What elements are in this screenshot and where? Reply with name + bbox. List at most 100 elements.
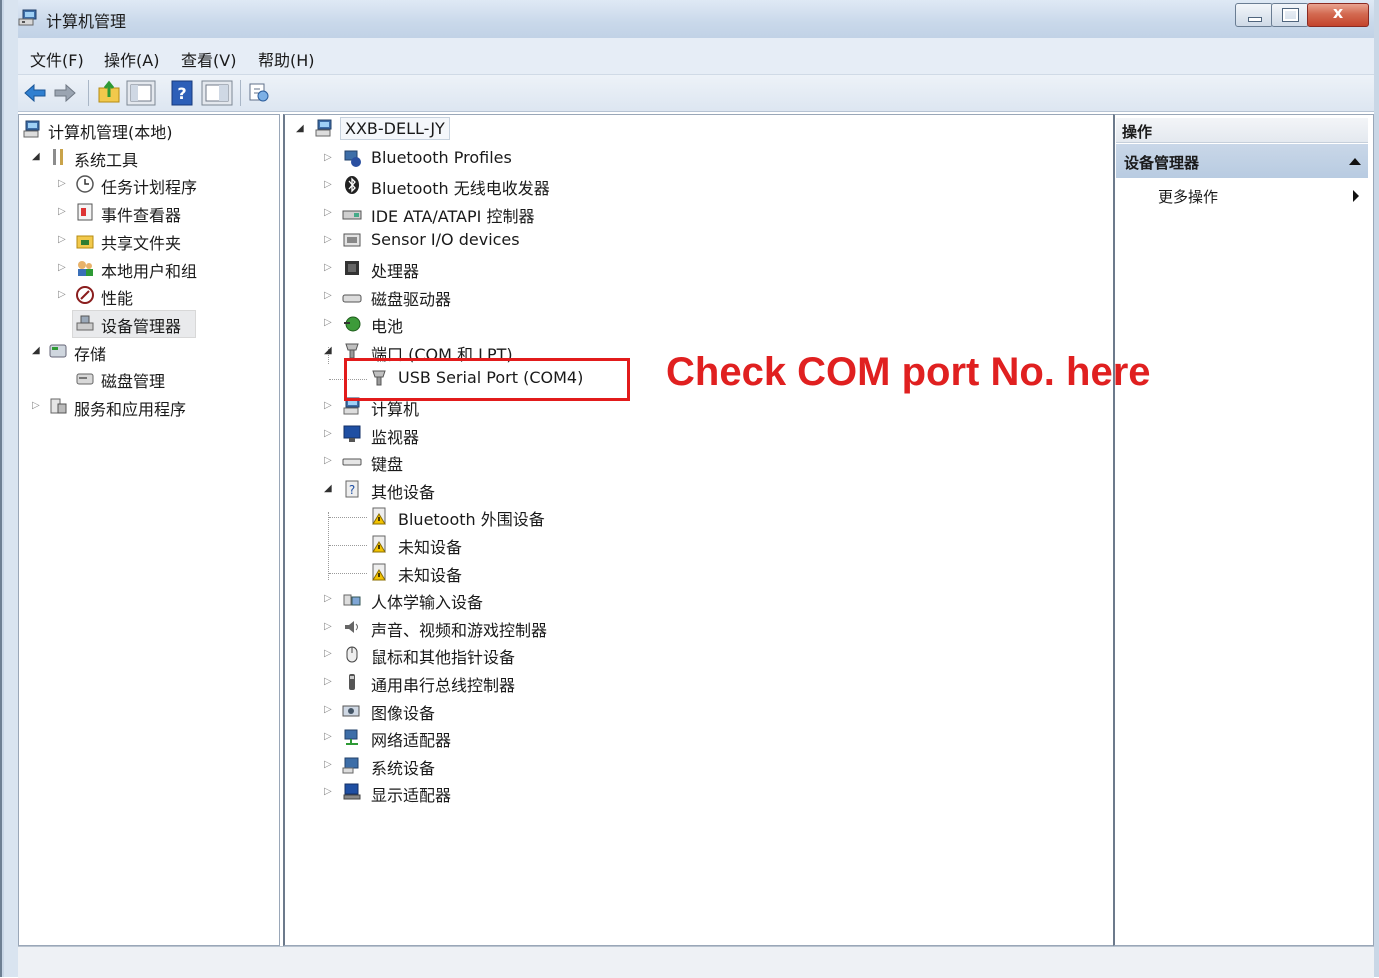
close-button[interactable]: x: [1307, 3, 1369, 27]
actions-header: [1116, 118, 1368, 143]
computer-management-icon: [22, 119, 42, 139]
svg-text:?: ?: [349, 483, 355, 497]
device-item-label[interactable]: 其他设备: [371, 479, 435, 503]
properties-icon[interactable]: [246, 80, 272, 106]
device-item-label[interactable]: 系统设备: [371, 755, 435, 779]
expand-open-icon[interactable]: ◢: [32, 151, 40, 162]
tree-item-label[interactable]: 共享文件夹: [101, 230, 181, 254]
back-arrow-icon[interactable]: [22, 80, 48, 106]
tree-item-label[interactable]: 性能: [101, 285, 133, 309]
computer-icon: [314, 118, 334, 138]
device-item-label[interactable]: 电池: [371, 313, 403, 337]
device-item-label[interactable]: 网络适配器: [371, 727, 451, 751]
tree-guide-line: [328, 512, 329, 580]
expand-open-icon[interactable]: ◢: [324, 345, 332, 356]
sound-icon: [342, 617, 362, 637]
display-adapter-icon: [342, 782, 362, 802]
device-item-label[interactable]: 键盘: [371, 451, 403, 475]
expand-closed-icon[interactable]: ▷: [58, 234, 66, 245]
expand-closed-icon[interactable]: ▷: [324, 759, 332, 770]
expand-closed-icon[interactable]: ▷: [324, 290, 332, 301]
tree-item-label[interactable]: 任务计划程序: [101, 174, 197, 198]
expand-closed-icon[interactable]: ▷: [324, 317, 332, 328]
maximize-button[interactable]: [1271, 3, 1309, 27]
device-item-label[interactable]: IDE ATA/ATAPI 控制器: [371, 203, 534, 227]
toolbar-separator: [240, 80, 241, 106]
expand-closed-icon[interactable]: ▷: [324, 648, 332, 659]
bluetooth-profiles-icon: [342, 148, 362, 168]
expand-open-icon[interactable]: ◢: [296, 123, 304, 134]
expand-closed-icon[interactable]: ▷: [324, 731, 332, 742]
expand-closed-icon[interactable]: ▷: [58, 178, 66, 189]
expand-closed-icon[interactable]: ▷: [324, 179, 332, 190]
expand-closed-icon[interactable]: ▷: [32, 400, 40, 411]
show-hide-action-icon[interactable]: [201, 80, 233, 106]
device-item-label[interactable]: 未知设备: [398, 562, 462, 586]
tree-item-label[interactable]: 事件查看器: [101, 202, 181, 226]
tree-guide-line: [329, 517, 367, 519]
tree-item-label[interactable]: 设备管理器: [101, 313, 181, 337]
unknown-device-icon: ?: [342, 479, 362, 499]
device-item-label[interactable]: Bluetooth 外围设备: [398, 506, 545, 530]
menu-view[interactable]: 查看(V): [181, 47, 236, 71]
expand-closed-icon[interactable]: ▷: [324, 786, 332, 797]
forward-arrow-icon[interactable]: [52, 80, 78, 106]
window-frame-left: [0, 0, 18, 977]
up-folder-icon[interactable]: [96, 80, 122, 106]
expand-closed-icon[interactable]: ▷: [324, 621, 332, 632]
network-adapter-icon: [342, 727, 362, 747]
device-item-label[interactable]: 磁盘驱动器: [371, 286, 451, 310]
expand-closed-icon[interactable]: ▷: [58, 262, 66, 273]
more-actions-item[interactable]: 更多操作: [1158, 186, 1218, 207]
device-item-label[interactable]: 显示适配器: [371, 782, 451, 806]
expand-closed-icon[interactable]: ▷: [58, 206, 66, 217]
tree-item-label[interactable]: 服务和应用程序: [74, 396, 186, 420]
device-item-label[interactable]: 处理器: [371, 258, 419, 282]
expand-closed-icon[interactable]: ▷: [58, 289, 66, 300]
tree-item-label[interactable]: 磁盘管理: [101, 368, 165, 392]
expand-closed-icon[interactable]: ▷: [324, 152, 332, 163]
tree-item-label[interactable]: 计算机管理(本地): [48, 119, 173, 143]
device-root-label[interactable]: XXB-DELL-JY: [340, 117, 450, 140]
device-item-label[interactable]: 监视器: [371, 424, 419, 448]
minimize-button[interactable]: [1235, 3, 1273, 27]
device-item-label[interactable]: 人体学输入设备: [371, 589, 483, 613]
toolbar-separator: [88, 80, 89, 106]
expand-closed-icon[interactable]: ▷: [324, 428, 332, 439]
annotation-text: Check COM port No. here: [666, 350, 1151, 394]
device-item-label[interactable]: 未知设备: [398, 534, 462, 558]
device-item-label[interactable]: 声音、视频和游戏控制器: [371, 617, 547, 641]
menu-file[interactable]: 文件(F): [30, 47, 84, 71]
processor-icon: [342, 258, 362, 278]
device-item-label[interactable]: Bluetooth Profiles: [371, 148, 512, 167]
collapse-up-icon[interactable]: [1348, 156, 1362, 166]
performance-icon: [75, 285, 95, 305]
device-manager-icon: [75, 313, 95, 333]
expand-closed-icon[interactable]: ▷: [324, 400, 332, 411]
device-item-label[interactable]: 通用串行总线控制器: [371, 672, 515, 696]
tree-item-label[interactable]: 本地用户和组: [101, 258, 197, 282]
system-device-icon: [342, 755, 362, 775]
device-item-label[interactable]: Sensor I/O devices: [371, 230, 520, 249]
expand-closed-icon[interactable]: ▷: [324, 704, 332, 715]
tree-item-label[interactable]: 存储: [74, 341, 106, 365]
device-item-label[interactable]: 图像设备: [371, 700, 435, 724]
menu-action[interactable]: 操作(A): [104, 47, 159, 71]
device-item-label[interactable]: 鼠标和其他指针设备: [371, 644, 515, 668]
expand-closed-icon[interactable]: ▷: [324, 455, 332, 466]
expand-open-icon[interactable]: ◢: [32, 345, 40, 356]
close-icon: x: [1332, 3, 1344, 22]
expand-open-icon[interactable]: ◢: [324, 483, 332, 494]
expand-closed-icon[interactable]: ▷: [324, 676, 332, 687]
help-icon[interactable]: ?: [170, 80, 194, 106]
expand-closed-icon[interactable]: ▷: [324, 262, 332, 273]
actions-title: 操作: [1122, 123, 1153, 141]
device-item-label[interactable]: Bluetooth 无线电收发器: [371, 175, 550, 199]
expand-closed-icon[interactable]: ▷: [324, 234, 332, 245]
com-port-highlight-box: [344, 358, 630, 401]
menu-help[interactable]: 帮助(H): [258, 47, 315, 71]
expand-closed-icon[interactable]: ▷: [324, 593, 332, 604]
show-hide-tree-icon[interactable]: [126, 80, 156, 106]
tree-item-label[interactable]: 系统工具: [74, 147, 138, 171]
expand-closed-icon[interactable]: ▷: [324, 207, 332, 218]
